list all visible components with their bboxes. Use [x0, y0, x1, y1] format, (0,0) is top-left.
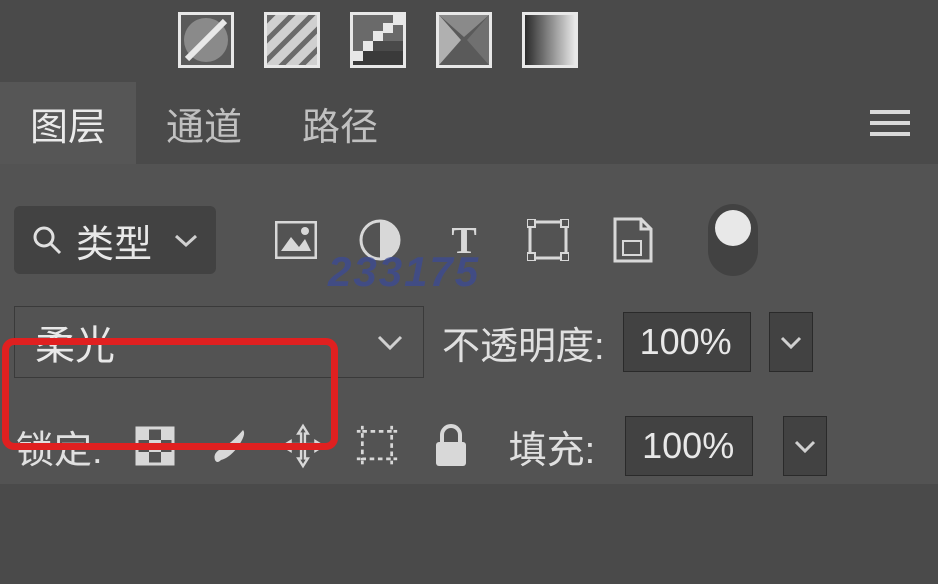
filter-toggle[interactable]: [708, 204, 758, 276]
tab-channels[interactable]: 通道: [136, 82, 272, 164]
tab-channels-label: 通道: [166, 96, 242, 151]
opacity-dropdown-button[interactable]: [769, 312, 813, 372]
blend-mode-dropdown[interactable]: 柔光: [14, 306, 424, 378]
layers-panel-body: 233175 类型 T: [0, 164, 938, 484]
fill-envelope-icon[interactable]: [436, 12, 492, 68]
filter-type-dropdown[interactable]: 类型: [14, 206, 216, 274]
lock-all-icon[interactable]: [429, 424, 473, 468]
fill-denied-icon[interactable]: [178, 12, 234, 68]
opacity-value[interactable]: 100%: [623, 312, 751, 372]
blend-mode-row: 柔光 不透明度: 100%: [0, 298, 938, 386]
fill-label[interactable]: 填充:: [509, 419, 596, 474]
fill-gradient-icon[interactable]: [522, 12, 578, 68]
filter-shape-icon[interactable]: [526, 218, 570, 262]
tab-layers[interactable]: 图层: [0, 82, 136, 164]
filter-type-label: 类型: [76, 213, 152, 268]
lock-position-icon[interactable]: [281, 424, 325, 468]
fill-pixel-icon[interactable]: [350, 12, 406, 68]
fill-value[interactable]: 100%: [625, 416, 753, 476]
tab-paths[interactable]: 路径: [272, 82, 408, 164]
panel-menu-icon[interactable]: [870, 109, 910, 137]
filter-adjustment-icon[interactable]: [358, 218, 402, 262]
search-icon: [32, 225, 62, 255]
fill-stripes-icon[interactable]: [264, 12, 320, 68]
filter-pixel-icon[interactable]: [274, 218, 318, 262]
lock-transparency-icon[interactable]: [133, 424, 177, 468]
filter-text-icon[interactable]: T: [442, 218, 486, 262]
lock-brush-icon[interactable]: [207, 424, 251, 468]
svg-text:T: T: [451, 220, 476, 260]
lock-label: 锁定:: [16, 419, 103, 474]
filter-smartobject-icon[interactable]: [610, 218, 654, 262]
filter-icon-group: T: [274, 218, 654, 262]
fill-dropdown-button[interactable]: [783, 416, 827, 476]
tab-layers-label: 图层: [30, 96, 106, 151]
layer-filter-row: 类型 T: [0, 182, 938, 298]
lock-artboard-icon[interactable]: [355, 424, 399, 468]
blend-mode-value: 柔光: [35, 313, 115, 371]
fill-type-toolbar: [0, 0, 938, 82]
opacity-label[interactable]: 不透明度:: [442, 315, 605, 370]
chevron-down-icon: [377, 333, 403, 351]
tab-paths-label: 路径: [302, 96, 378, 151]
chevron-down-icon: [174, 232, 198, 248]
panel-tabs: 图层 通道 路径: [0, 82, 938, 164]
lock-row: 锁定: 填充: 100%: [0, 386, 938, 484]
toggle-knob: [715, 210, 751, 246]
